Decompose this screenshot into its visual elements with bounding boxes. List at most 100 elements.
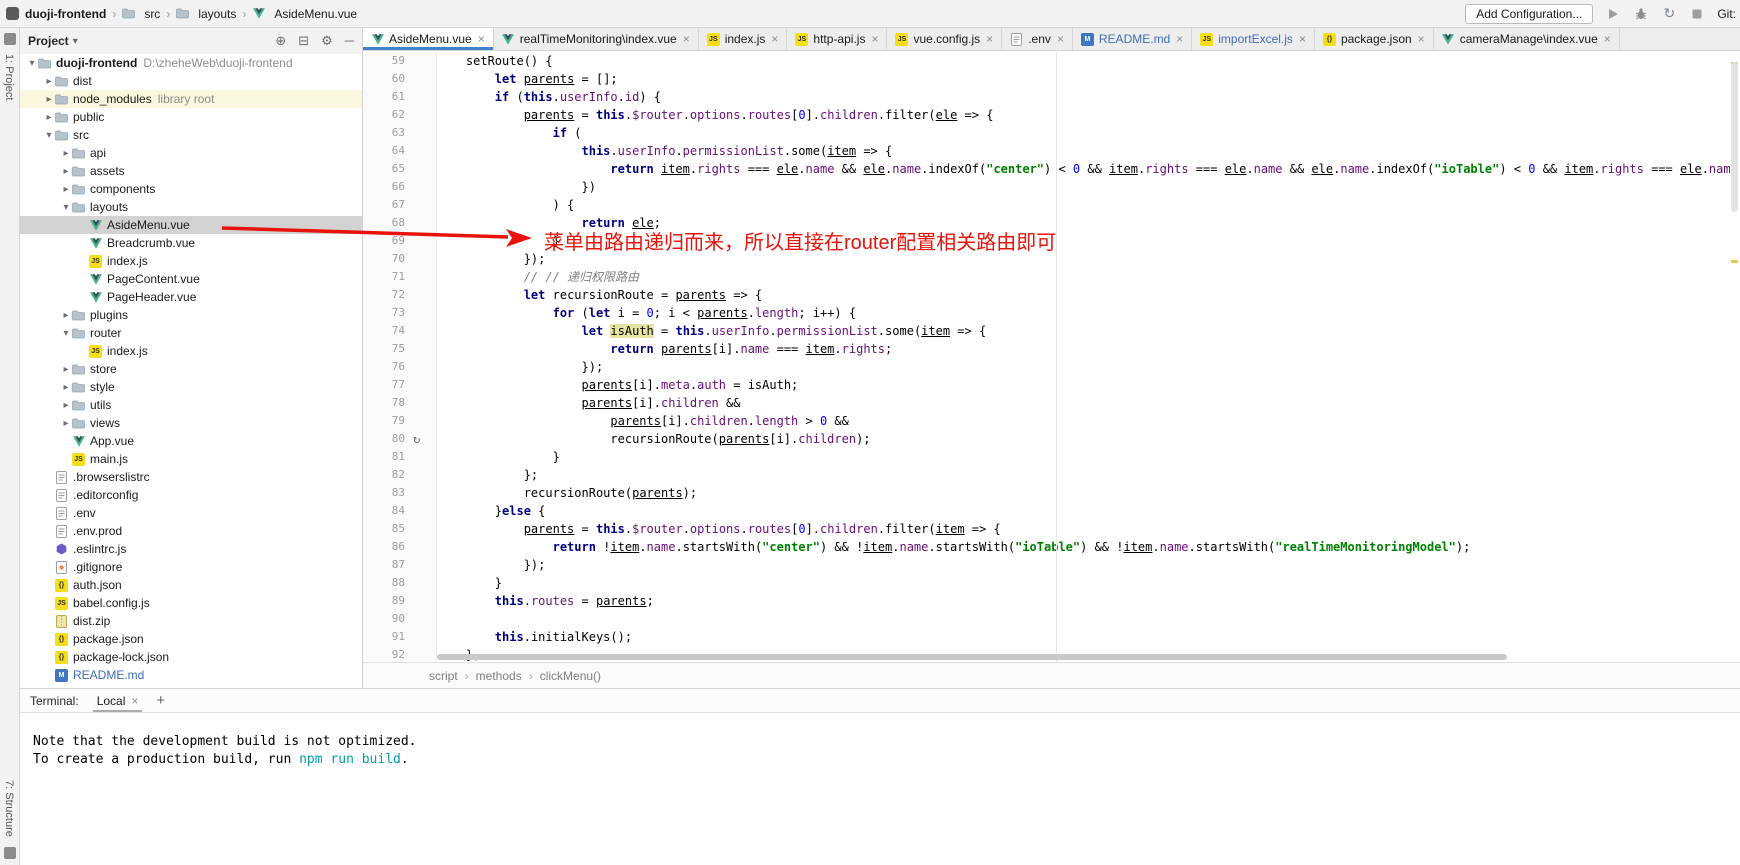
chevron-open-icon[interactable]: ▾ xyxy=(43,130,55,141)
editor-tab[interactable]: JSimportExcel.js× xyxy=(1192,28,1315,50)
tree-item[interactable]: JSindex.js xyxy=(20,252,362,270)
tree-item[interactable]: ▾src xyxy=(20,126,362,144)
tree-item[interactable]: AsideMenu.vue xyxy=(20,216,362,234)
tree-item[interactable]: ▸views xyxy=(20,414,362,432)
code-editor[interactable]: 59 setRoute() {60 let parents = [];61 if… xyxy=(363,52,1740,662)
chevron-closed-icon[interactable]: ▸ xyxy=(43,112,55,123)
code-line[interactable]: 82 }; xyxy=(363,466,1740,484)
code-line[interactable]: 74 let isAuth = this.userInfo.permission… xyxy=(363,322,1740,340)
tree-item[interactable]: dist.zip xyxy=(20,612,362,630)
tree-item[interactable]: PageHeader.vue xyxy=(20,288,362,306)
code-line[interactable]: 62 parents = this.$router.options.routes… xyxy=(363,106,1740,124)
code-line[interactable]: 86 return !item.name.startsWith("center"… xyxy=(363,538,1740,556)
tree-item[interactable]: JSindex.js xyxy=(20,342,362,360)
stop-icon[interactable] xyxy=(1689,6,1705,22)
settings-icon[interactable]: ⚙ xyxy=(321,33,333,49)
close-icon[interactable]: × xyxy=(1604,33,1611,45)
terminal-output[interactable]: Note that the development build is not o… xyxy=(20,713,1740,769)
editor-breadcrumb-item[interactable]: methods xyxy=(476,669,522,683)
warning-mark[interactable] xyxy=(1731,260,1738,263)
editor-tab[interactable]: JSindex.js× xyxy=(699,28,788,50)
project-tool-icon[interactable] xyxy=(4,33,16,45)
close-icon[interactable]: × xyxy=(1299,33,1306,45)
locate-file-icon[interactable]: ⊕ xyxy=(275,33,286,49)
editor-tab[interactable]: {}package.json× xyxy=(1315,28,1434,50)
editor-tab[interactable]: .env× xyxy=(1002,28,1073,50)
tool-button-structure[interactable]: 7: Structure xyxy=(3,780,15,837)
hide-panel-icon[interactable]: ─ xyxy=(345,33,354,49)
code-line[interactable]: 75 return parents[i].name === item.right… xyxy=(363,340,1740,358)
chevron-closed-icon[interactable]: ▸ xyxy=(60,148,72,159)
git-branch-label[interactable]: Git: xyxy=(1717,7,1736,21)
tree-item[interactable]: ▸style xyxy=(20,378,362,396)
tree-item[interactable]: .env xyxy=(20,504,362,522)
breadcrumb-item[interactable]: layouts xyxy=(176,7,236,21)
code-line[interactable]: 76 }); xyxy=(363,358,1740,376)
close-icon[interactable]: × xyxy=(871,33,878,45)
tree-item[interactable]: ▸dist xyxy=(20,72,362,90)
tree-item[interactable]: ▾router xyxy=(20,324,362,342)
tree-item[interactable]: ▸api xyxy=(20,144,362,162)
chevron-open-icon[interactable]: ▾ xyxy=(26,58,38,69)
code-line[interactable]: 81 } xyxy=(363,448,1740,466)
update-project-icon[interactable]: ↻ xyxy=(1661,6,1677,22)
tree-item[interactable]: {}auth.json xyxy=(20,576,362,594)
breadcrumb-item[interactable]: AsideMenu.vue xyxy=(252,7,357,21)
code-line[interactable]: 78 parents[i].children && xyxy=(363,394,1740,412)
chevron-closed-icon[interactable]: ▸ xyxy=(60,364,72,375)
tree-item[interactable]: PageContent.vue xyxy=(20,270,362,288)
code-line[interactable]: 84 }else { xyxy=(363,502,1740,520)
chevron-closed-icon[interactable]: ▸ xyxy=(60,382,72,393)
chevron-closed-icon[interactable]: ▸ xyxy=(60,418,72,429)
tree-item[interactable]: {}package.json xyxy=(20,630,362,648)
add-configuration-button[interactable]: Add Configuration... xyxy=(1465,4,1593,24)
tree-item[interactable]: ▸components xyxy=(20,180,362,198)
tree-item[interactable]: MREADME.md xyxy=(20,666,362,684)
close-icon[interactable]: × xyxy=(1418,33,1425,45)
close-icon[interactable]: × xyxy=(1176,33,1183,45)
editor-tab[interactable]: JShttp-api.js× xyxy=(787,28,887,50)
tree-item[interactable]: {}package-lock.json xyxy=(20,648,362,666)
editor-tab[interactable]: realTimeMonitoring\index.vue× xyxy=(494,28,699,50)
chevron-open-icon[interactable]: ▾ xyxy=(60,328,72,339)
tree-item[interactable]: ▾layouts xyxy=(20,198,362,216)
close-icon[interactable]: × xyxy=(771,33,778,45)
code-line[interactable]: 89 this.routes = parents; xyxy=(363,592,1740,610)
code-line[interactable]: 65 return item.rights === ele.name && el… xyxy=(363,160,1740,178)
code-line[interactable]: 87 }); xyxy=(363,556,1740,574)
code-line[interactable]: 66 }) xyxy=(363,178,1740,196)
editor-breadcrumb-item[interactable]: clickMenu() xyxy=(540,669,601,683)
tree-item[interactable]: .gitignore xyxy=(20,558,362,576)
chevron-closed-icon[interactable]: ▸ xyxy=(60,310,72,321)
close-icon[interactable]: × xyxy=(986,33,993,45)
horizontal-scrollbar[interactable] xyxy=(437,654,1507,660)
code-line[interactable]: 71 // // 递归权限路由 xyxy=(363,268,1740,286)
code-line[interactable]: 67 ) { xyxy=(363,196,1740,214)
tree-item[interactable]: JSmain.js xyxy=(20,450,362,468)
run-icon[interactable] xyxy=(1605,6,1621,22)
close-icon[interactable]: × xyxy=(1057,33,1064,45)
chevron-closed-icon[interactable]: ▸ xyxy=(43,94,55,105)
tree-item[interactable]: ▸node_modules library root xyxy=(20,90,362,108)
tree-item[interactable]: .env.prod xyxy=(20,522,362,540)
tree-item[interactable]: Breadcrumb.vue xyxy=(20,234,362,252)
new-terminal-icon[interactable]: + xyxy=(156,692,165,709)
tree-item[interactable]: ▸store xyxy=(20,360,362,378)
chevron-open-icon[interactable]: ▾ xyxy=(60,202,72,213)
code-line[interactable]: 59 setRoute() { xyxy=(363,52,1740,70)
code-line[interactable]: 73 for (let i = 0; i < parents.length; i… xyxy=(363,304,1740,322)
code-line[interactable]: 60 let parents = []; xyxy=(363,70,1740,88)
tree-item[interactable]: .eslintrc.js xyxy=(20,540,362,558)
code-line[interactable]: 85 parents = this.$router.options.routes… xyxy=(363,520,1740,538)
code-line[interactable]: 83 recursionRoute(parents); xyxy=(363,484,1740,502)
tool-button-project[interactable]: 1: Project xyxy=(3,54,15,100)
breadcrumb-item[interactable]: src xyxy=(122,7,160,21)
code-line[interactable]: 80↻ recursionRoute(parents[i].children); xyxy=(363,430,1740,448)
chevron-closed-icon[interactable]: ▸ xyxy=(43,76,55,87)
breadcrumb-item[interactable]: duoji-frontend xyxy=(25,7,106,21)
tree-item[interactable]: ▸plugins xyxy=(20,306,362,324)
code-line[interactable]: 72 let recursionRoute = parents => { xyxy=(363,286,1740,304)
chevron-closed-icon[interactable]: ▸ xyxy=(60,184,72,195)
code-line[interactable]: 63 if ( xyxy=(363,124,1740,142)
editor-tab[interactable]: MREADME.md× xyxy=(1073,28,1192,50)
